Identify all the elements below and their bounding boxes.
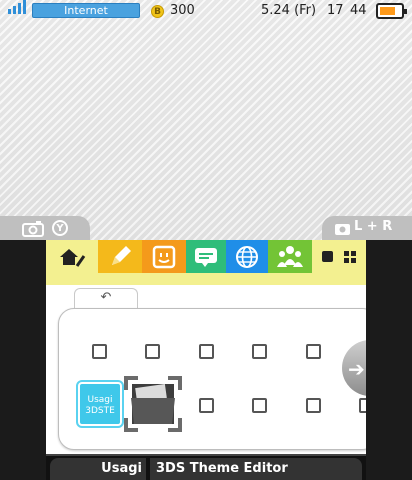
home-settings-button[interactable] — [46, 240, 98, 273]
mii-maker-button[interactable] — [142, 240, 186, 273]
empty-slot[interactable] — [145, 344, 160, 359]
camera-icon — [335, 224, 350, 235]
empty-slot[interactable] — [92, 344, 107, 359]
app-icon-line1: Usagi — [87, 395, 113, 405]
coin-count: 300 — [170, 3, 195, 18]
y-button-icon: Y — [52, 220, 68, 236]
miiverse-button[interactable] — [186, 240, 226, 273]
selected-folder-icon[interactable] — [124, 376, 182, 432]
usagi-app-icon[interactable]: Usagi 3DSTE — [76, 380, 124, 428]
internet-browser-button[interactable] — [226, 240, 268, 273]
empty-slot[interactable] — [199, 398, 214, 413]
app-title-label: 3DS Theme Editor — [150, 458, 362, 480]
empty-slot[interactable] — [199, 344, 214, 359]
l-r-buttons-label: L + R — [354, 219, 393, 234]
notes-app-button[interactable] — [98, 240, 142, 273]
friend-list-button[interactable] — [268, 240, 312, 273]
empty-slot[interactable] — [359, 398, 366, 413]
snapshot-left-button[interactable]: Y — [0, 216, 90, 240]
coin-icon: B — [151, 5, 164, 18]
date: 5.24 (Fr) — [261, 3, 317, 18]
signal-icon — [8, 0, 28, 20]
snapshot-right-button[interactable]: L + R — [322, 216, 412, 240]
top-screen: Internet B 300 5.24 (Fr) 17 44 Y L + R — [0, 0, 412, 240]
empty-slot[interactable] — [252, 344, 267, 359]
speech-bubble-icon — [195, 247, 217, 267]
camera-icon — [22, 221, 44, 237]
app-icon-line2: 3DSTE — [85, 406, 115, 416]
battery-icon — [376, 3, 407, 19]
folder-icon — [124, 376, 182, 432]
title-left-label: Usagi — [50, 458, 146, 480]
smiley-icon — [152, 245, 176, 268]
globe-icon — [236, 245, 258, 268]
arrow-right-icon: ➔ — [348, 357, 365, 381]
view-toggle — [312, 240, 366, 273]
grid-view-icon[interactable] — [344, 251, 356, 263]
app-title-bar: Usagi 3DS Theme Editor — [46, 454, 366, 480]
back-arrow-icon: ↶ — [100, 290, 112, 305]
pencil-icon — [112, 245, 131, 265]
battery-level-fill — [380, 7, 395, 15]
app-shortcut-row — [46, 240, 366, 273]
time-hour: 17 — [327, 3, 344, 18]
single-view-icon[interactable] — [322, 251, 333, 262]
friends-icon — [277, 245, 303, 267]
bottom-screen: ↶ Usagi 3DSTE ➔ Usagi 3DS Theme Editor — [46, 240, 366, 480]
time-minute: 44 — [350, 3, 367, 18]
folder-panel — [58, 308, 366, 450]
home-tool-icon — [60, 248, 86, 267]
back-tab[interactable]: ↶ — [74, 288, 138, 308]
connection-status-badge: Internet — [32, 3, 140, 18]
status-bar: Internet B 300 5.24 (Fr) 17 44 — [0, 0, 412, 24]
empty-slot[interactable] — [306, 398, 321, 413]
home-menu-strip — [46, 273, 366, 285]
empty-slot[interactable] — [306, 344, 321, 359]
empty-slot[interactable] — [252, 398, 267, 413]
